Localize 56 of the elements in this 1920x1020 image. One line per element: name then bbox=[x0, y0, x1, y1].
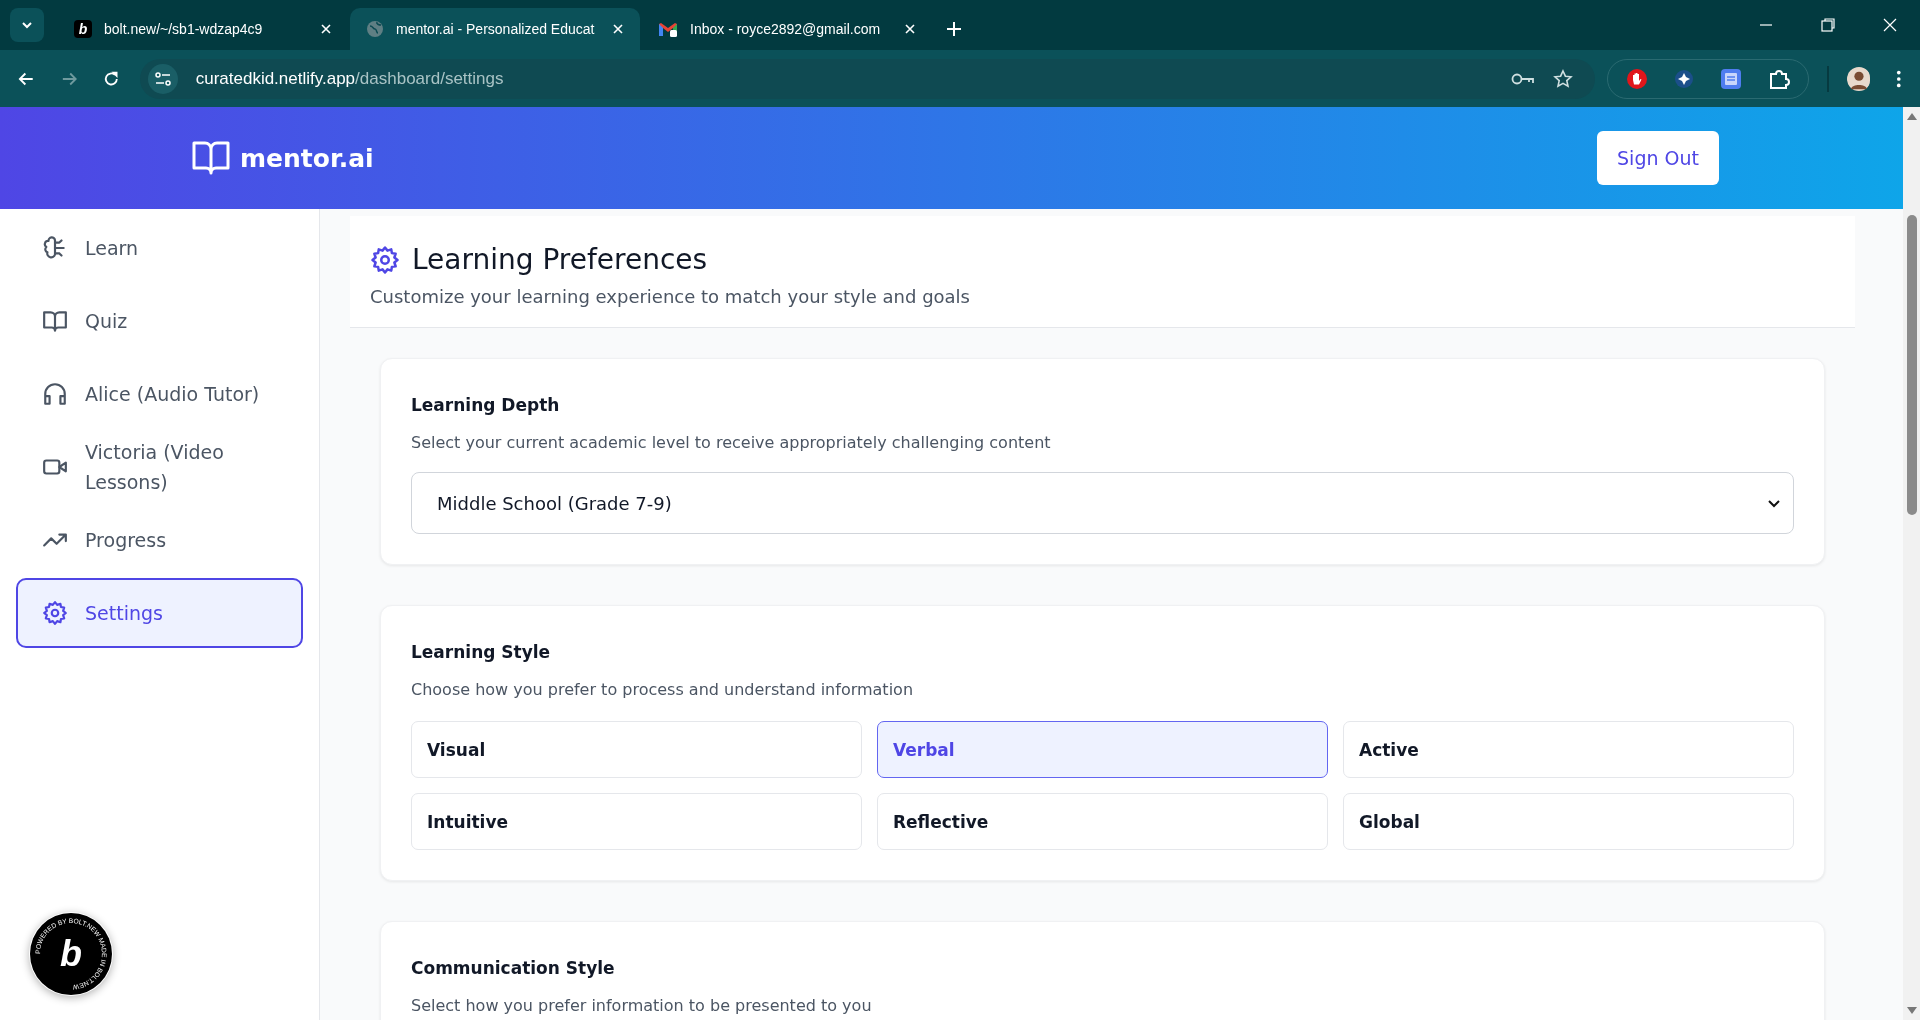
headphones-icon bbox=[42, 381, 68, 407]
style-option[interactable]: Active bbox=[1343, 721, 1794, 778]
section-description: Choose how you prefer to process and understand information bbox=[411, 680, 914, 699]
close-icon[interactable] bbox=[612, 23, 624, 35]
tab-search-button[interactable] bbox=[10, 8, 44, 42]
section-description: Select your current academic level to receive appropriately challenging content bbox=[411, 433, 1052, 452]
section-title: Learning Style bbox=[411, 642, 552, 662]
nav-item[interactable]: Learn bbox=[16, 213, 303, 283]
page-title: Learning Preferences bbox=[412, 243, 708, 276]
browser-tab[interactable]: Inbox - royce2892@gmail.com bbox=[642, 8, 932, 50]
scrollbar-thumb[interactable] bbox=[1906, 215, 1917, 515]
address-bar[interactable]: curatedkid.netlify.app/dashboard/settings bbox=[139, 58, 1595, 99]
settings-icon bbox=[370, 244, 400, 275]
scroll-down-icon[interactable] bbox=[1905, 1006, 1918, 1016]
settings-icon bbox=[42, 600, 68, 626]
section-title: Learning Depth bbox=[411, 395, 561, 415]
close-icon[interactable] bbox=[320, 23, 332, 35]
section-description: Select how you prefer information to be presented to you bbox=[411, 996, 873, 1015]
mail-icon bbox=[658, 21, 678, 37]
nav-item[interactable]: Progress bbox=[16, 505, 303, 575]
url-text: curatedkid.netlify.app/dashboard/settings bbox=[195, 68, 504, 89]
style-option[interactable]: Global bbox=[1343, 793, 1794, 850]
new-tab-icon[interactable] bbox=[946, 21, 962, 37]
scrollbar[interactable] bbox=[1903, 107, 1920, 1020]
document-extension-icon[interactable] bbox=[1719, 67, 1742, 90]
page-subtitle: Customize your learning experience to match your style and goals bbox=[370, 286, 971, 307]
close-icon[interactable] bbox=[904, 23, 916, 35]
nav-item[interactable]: Victoria (Video Lessons) bbox=[16, 432, 303, 502]
nav-item[interactable]: Settings bbox=[16, 578, 303, 648]
style-option[interactable]: Intuitive bbox=[411, 793, 862, 850]
style-option[interactable]: Reflective bbox=[877, 793, 1328, 850]
book-icon bbox=[192, 140, 230, 176]
browser-tab[interactable]: mentor.ai - Personalized Educat bbox=[350, 8, 640, 50]
close-icon[interactable] bbox=[1882, 17, 1898, 33]
more-icon[interactable] bbox=[1896, 68, 1902, 89]
level-select[interactable]: Middle School (Grade 7-9) bbox=[411, 472, 1794, 534]
hand-icon[interactable] bbox=[1625, 67, 1648, 90]
browser-tab[interactable]: b bolt.new/~/sb1-wdzap4c9 bbox=[58, 8, 348, 50]
sign-out-button[interactable]: Sign Out bbox=[1597, 131, 1719, 185]
profile-avatar[interactable] bbox=[1846, 65, 1871, 92]
brain-icon bbox=[42, 235, 68, 261]
restore-icon[interactable] bbox=[1820, 17, 1836, 33]
bolt-favicon: b bbox=[74, 20, 92, 38]
nav-item[interactable]: Quiz bbox=[16, 286, 303, 356]
style-option[interactable]: Visual bbox=[411, 721, 862, 778]
section-title: Communication Style bbox=[411, 958, 616, 978]
globe-icon bbox=[366, 20, 384, 38]
brand-name: mentor.ai bbox=[240, 143, 374, 173]
book-icon bbox=[42, 308, 68, 334]
puzzle-icon[interactable] bbox=[1767, 67, 1790, 90]
style-option[interactable]: Verbal bbox=[877, 721, 1328, 778]
site-info-icon[interactable] bbox=[147, 63, 178, 94]
nav-item[interactable]: Alice (Audio Tutor) bbox=[16, 359, 303, 429]
scroll-up-icon[interactable] bbox=[1905, 111, 1918, 121]
star-icon[interactable] bbox=[1552, 68, 1573, 89]
reload-icon[interactable] bbox=[103, 69, 120, 88]
